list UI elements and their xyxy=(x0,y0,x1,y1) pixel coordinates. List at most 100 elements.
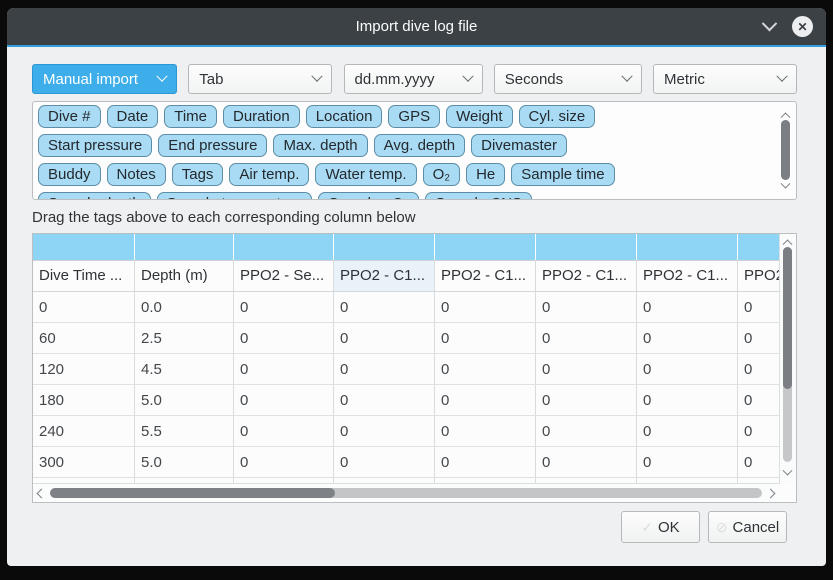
table-cell[interactable]: 5.0 xyxy=(135,385,234,415)
scroll-down-icon[interactable] xyxy=(781,179,791,189)
table-cell[interactable]: 0 xyxy=(334,416,435,446)
tag-date[interactable]: Date xyxy=(107,105,159,128)
tag-air-temp-[interactable]: Air temp. xyxy=(229,163,309,186)
scrollbar-thumb[interactable] xyxy=(50,488,335,498)
table-cell[interactable]: 0 xyxy=(234,354,334,384)
cancel-button[interactable]: ⊘ Cancel xyxy=(708,511,787,543)
tag-start-pressure[interactable]: Start pressure xyxy=(38,134,152,157)
table-cell[interactable]: 0 xyxy=(435,323,536,353)
tag-gps[interactable]: GPS xyxy=(388,105,440,128)
tag-sample-temperature[interactable]: Sample temperature xyxy=(157,192,313,200)
table-cell[interactable]: 0 xyxy=(738,416,779,446)
ok-button[interactable]: ✓ OK xyxy=(621,511,700,543)
scrollbar-track[interactable] xyxy=(50,488,762,498)
table-cell[interactable]: 0 xyxy=(738,385,779,415)
tag-max-depth[interactable]: Max. depth xyxy=(273,134,367,157)
column-header[interactable]: Depth (m) xyxy=(135,261,234,291)
table-cell[interactable]: 0 xyxy=(536,385,637,415)
table-cell[interactable]: 0 xyxy=(334,323,435,353)
table-cell[interactable]: 0 xyxy=(334,354,435,384)
tag-he[interactable]: He xyxy=(466,163,505,186)
table-cell[interactable]: 0 xyxy=(637,385,738,415)
tag-end-pressure[interactable]: End pressure xyxy=(158,134,267,157)
column-header[interactable]: PPO2 - C1... xyxy=(435,261,536,291)
tag-location[interactable]: Location xyxy=(306,105,383,128)
drop-target-cell[interactable] xyxy=(536,234,637,260)
tag-buddy[interactable]: Buddy xyxy=(38,163,101,186)
tag-avg-depth[interactable]: Avg. depth xyxy=(374,134,465,157)
table-cell[interactable]: 0 xyxy=(334,292,435,322)
drop-target-cell[interactable] xyxy=(738,234,779,260)
table-cell[interactable]: 0 xyxy=(435,292,536,322)
table-cell[interactable]: 0 xyxy=(234,385,334,415)
drop-target-cell[interactable] xyxy=(334,234,435,260)
table-cell[interactable]: 0 xyxy=(234,292,334,322)
table-cell[interactable]: 240 xyxy=(33,416,135,446)
table-cell[interactable]: 0 xyxy=(33,292,135,322)
table-cell[interactable]: 0 xyxy=(334,447,435,477)
duration-format-combo[interactable]: Seconds xyxy=(494,64,642,94)
scroll-right-icon[interactable] xyxy=(766,488,776,498)
tag-o-[interactable]: O₂ xyxy=(423,163,461,186)
table-cell[interactable]: 0 xyxy=(738,354,779,384)
table-cell[interactable]: 0 xyxy=(738,447,779,477)
drop-target-cell[interactable] xyxy=(33,234,135,260)
table-cell[interactable]: 0 xyxy=(234,416,334,446)
column-header[interactable]: PPO2 - C1... xyxy=(536,261,637,291)
chevron-down-icon[interactable] xyxy=(762,16,778,32)
table-cell[interactable]: 0 xyxy=(234,323,334,353)
tag-sample-cns[interactable]: Sample CNS xyxy=(425,192,532,200)
tag-time[interactable]: Time xyxy=(164,105,217,128)
date-format-combo[interactable]: dd.mm.yyyy xyxy=(344,64,483,94)
field-separator-combo[interactable]: Tab xyxy=(188,64,332,94)
drop-target-cell[interactable] xyxy=(135,234,234,260)
tag-panel-scrollbar[interactable] xyxy=(778,106,794,195)
tag-sample-time[interactable]: Sample time xyxy=(511,163,614,186)
table-cell[interactable]: 0 xyxy=(536,292,637,322)
scrollbar-thumb[interactable] xyxy=(783,247,792,389)
drop-target-cell[interactable] xyxy=(435,234,536,260)
table-cell[interactable]: 0.0 xyxy=(135,292,234,322)
tag-divemaster[interactable]: Divemaster xyxy=(471,134,567,157)
close-button[interactable]: ✕ xyxy=(792,16,813,37)
units-combo[interactable]: Metric xyxy=(653,64,797,94)
table-cell[interactable]: 0 xyxy=(234,447,334,477)
table-cell[interactable]: 120 xyxy=(33,354,135,384)
table-cell[interactable]: 0 xyxy=(637,354,738,384)
column-header[interactable]: PPO2 - Se... xyxy=(234,261,334,291)
table-cell[interactable]: 0 xyxy=(536,323,637,353)
column-header[interactable]: PPO2 xyxy=(738,261,779,291)
table-cell[interactable]: 0 xyxy=(637,447,738,477)
tag-dive-[interactable]: Dive # xyxy=(38,105,101,128)
tag-duration[interactable]: Duration xyxy=(223,105,300,128)
table-horizontal-scrollbar[interactable] xyxy=(33,483,779,502)
scrollbar-thumb[interactable] xyxy=(781,120,790,180)
table-cell[interactable]: 0 xyxy=(435,354,536,384)
column-header[interactable]: PPO2 - C1... xyxy=(637,261,738,291)
scroll-left-icon[interactable] xyxy=(37,488,47,498)
drop-target-cell[interactable] xyxy=(234,234,334,260)
table-cell[interactable]: 0 xyxy=(536,447,637,477)
table-cell[interactable]: 0 xyxy=(637,323,738,353)
table-cell[interactable]: 0 xyxy=(435,447,536,477)
tag-sample-po-[interactable]: Sample pO₂ xyxy=(318,192,419,200)
table-cell[interactable]: 0 xyxy=(637,292,738,322)
table-cell[interactable]: 180 xyxy=(33,385,135,415)
column-header[interactable]: Dive Time ... xyxy=(33,261,135,291)
table-cell[interactable]: 5.5 xyxy=(135,416,234,446)
tag-water-temp-[interactable]: Water temp. xyxy=(315,163,416,186)
table-cell[interactable]: 0 xyxy=(334,385,435,415)
table-cell[interactable]: 0 xyxy=(738,292,779,322)
table-cell[interactable]: 0 xyxy=(435,385,536,415)
table-cell[interactable]: 2.5 xyxy=(135,323,234,353)
table-cell[interactable]: 5.0 xyxy=(135,447,234,477)
drop-target-cell[interactable] xyxy=(637,234,738,260)
table-cell[interactable]: 4.5 xyxy=(135,354,234,384)
table-cell[interactable]: 0 xyxy=(435,416,536,446)
table-cell[interactable]: 300 xyxy=(33,447,135,477)
table-cell[interactable]: 0 xyxy=(738,323,779,353)
column-header[interactable]: PPO2 - C1... xyxy=(334,261,435,291)
tag-notes[interactable]: Notes xyxy=(107,163,166,186)
table-cell[interactable]: 0 xyxy=(536,416,637,446)
tag-cyl-size[interactable]: Cyl. size xyxy=(519,105,596,128)
